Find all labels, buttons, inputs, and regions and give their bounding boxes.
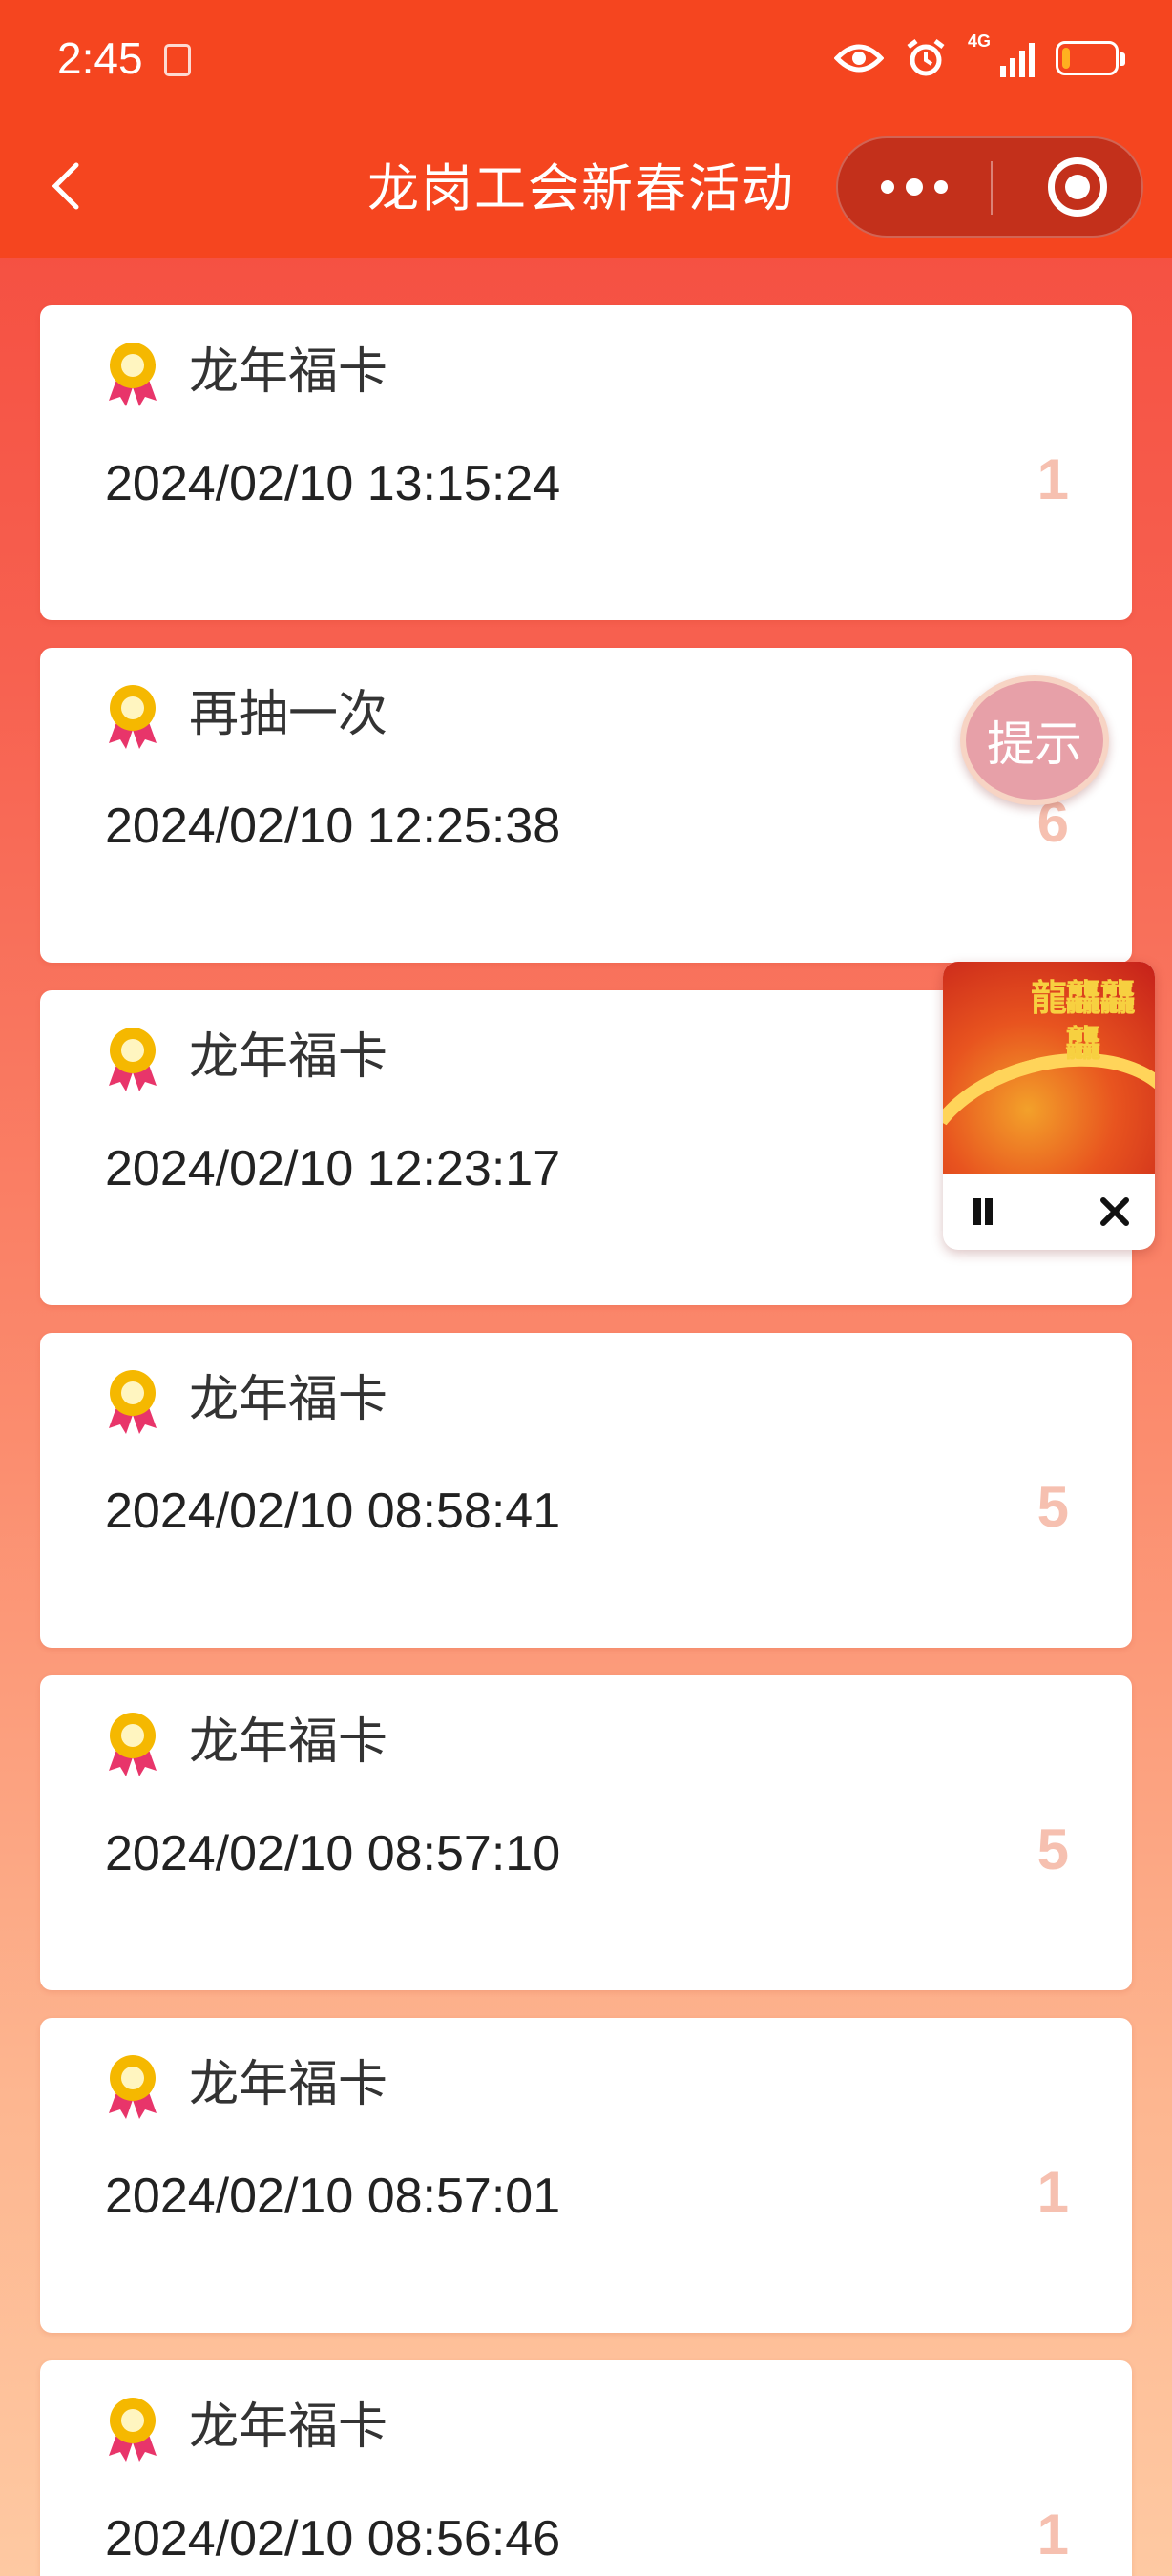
network-label: 4G	[968, 31, 992, 51]
target-close-icon[interactable]	[1048, 157, 1107, 217]
notification-icon	[164, 44, 191, 76]
record-time: 2024/02/10 08:57:01	[105, 2169, 561, 2224]
record-card[interactable]: 龙年福卡 2024/02/10 13:15:24 1	[40, 305, 1132, 620]
record-time: 2024/02/10 08:57:10	[105, 1826, 561, 1881]
prize-name: 再抽一次	[189, 686, 388, 743]
music-controls	[943, 1174, 1155, 1250]
award-icon	[107, 2054, 158, 2119]
record-card[interactable]: 龙年福卡 2024/02/10 08:57:10 5	[40, 1675, 1132, 1990]
status-bar: 2:45 4G	[0, 0, 1172, 119]
record-time: 2024/02/10 08:56:46	[105, 2511, 561, 2566]
alarm-icon	[905, 37, 947, 79]
award-icon	[107, 342, 158, 406]
record-list[interactable]: 龙年福卡 2024/02/10 13:15:24 1 再抽一次 2024/02/10 1…	[0, 258, 1172, 2576]
record-time: 2024/02/10 13:15:24	[105, 456, 561, 511]
record-time: 2024/02/10 08:58:41	[105, 1484, 561, 1539]
record-card[interactable]: 再抽一次 2024/02/10 12:25:38 6	[40, 648, 1132, 963]
status-icons: 4G	[834, 31, 1125, 82]
battery-icon	[1056, 41, 1125, 75]
award-icon	[107, 684, 158, 749]
record-count: 1	[1036, 2160, 1069, 2224]
close-icon[interactable]	[1098, 1195, 1132, 1229]
prize-name: 龙年福卡	[189, 1371, 388, 1428]
nav-bar: 龙岗工会新春活动	[0, 119, 1172, 258]
record-count: 5	[1036, 1475, 1069, 1539]
prize-name: 龙年福卡	[189, 2056, 388, 2113]
record-card[interactable]: 龙年福卡 2024/02/10 08:56:46 1	[40, 2360, 1132, 2576]
pause-icon[interactable]	[966, 1195, 1000, 1229]
prize-name: 龙年福卡	[189, 343, 388, 401]
dragon-artwork[interactable]: 龍龘龘龘	[943, 962, 1155, 1174]
record-count: 1	[1036, 2503, 1069, 2566]
status-time: 2:45	[57, 33, 143, 83]
record-count: 1	[1036, 447, 1069, 511]
hint-button[interactable]: 提示	[960, 675, 1109, 805]
more-dots-icon[interactable]	[838, 138, 991, 236]
record-card[interactable]: 龙年福卡 2024/02/10 08:58:41 5	[40, 1333, 1132, 1648]
chevron-left-icon[interactable]	[44, 157, 92, 215]
record-time: 2024/02/10 12:23:17	[105, 1141, 561, 1196]
page-title: 龙岗工会新春活动	[367, 158, 795, 218]
record-count: 5	[1036, 1818, 1069, 1881]
award-icon	[107, 1712, 158, 1776]
eye-icon	[834, 41, 884, 75]
record-time: 2024/02/10 12:25:38	[105, 799, 561, 854]
prize-name: 龙年福卡	[189, 2399, 388, 2456]
menu-capsule	[836, 136, 1143, 238]
prize-name: 龙年福卡	[189, 1714, 388, 1771]
music-widget[interactable]: 龍龘龘龘	[943, 962, 1155, 1250]
award-icon	[107, 2397, 158, 2462]
prize-name: 龙年福卡	[189, 1028, 388, 1086]
artwork-text: 龍龘龘龘	[1030, 977, 1136, 1065]
signal-icon: 4G	[968, 31, 1035, 81]
award-icon	[107, 1027, 158, 1091]
record-card[interactable]: 龙年福卡 2024/02/10 08:57:01 1	[40, 2018, 1132, 2333]
capsule-divider	[991, 161, 993, 215]
award-icon	[107, 1369, 158, 1434]
